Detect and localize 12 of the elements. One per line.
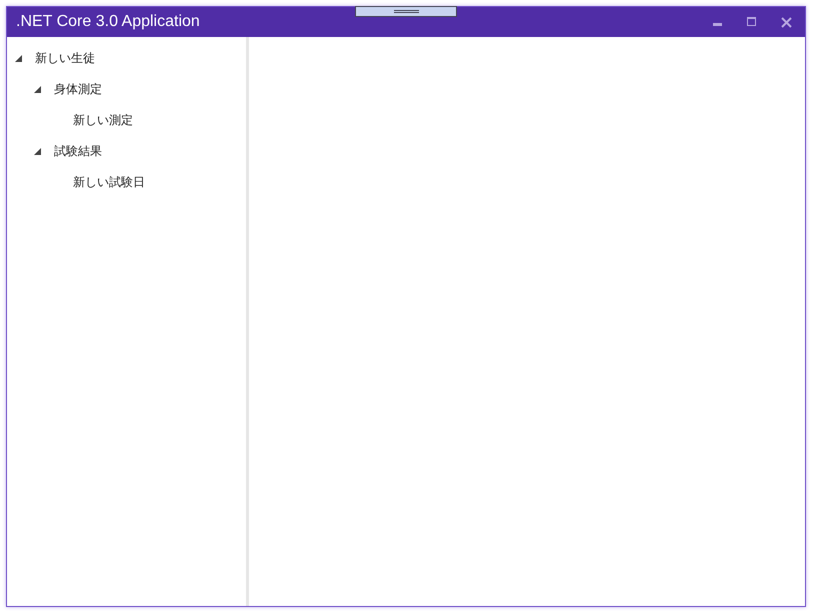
expanded-arrow-icon[interactable] — [15, 55, 22, 62]
tree-item[interactable]: 試験結果 — [54, 143, 102, 160]
drag-handle[interactable] — [355, 6, 457, 17]
expanded-arrow-icon[interactable] — [34, 86, 41, 93]
expanded-arrow-icon[interactable] — [34, 148, 41, 155]
tree-item[interactable]: 新しい測定 — [73, 112, 133, 129]
maximize-icon — [747, 17, 757, 27]
window-title: .NET Core 3.0 Application — [15, 13, 200, 31]
tree-item[interactable]: 身体測定 — [54, 81, 102, 98]
tree-item[interactable]: 新しい生徒 — [35, 50, 95, 67]
close-icon — [780, 16, 792, 28]
tree-item[interactable]: 新しい試験日 — [73, 174, 145, 191]
